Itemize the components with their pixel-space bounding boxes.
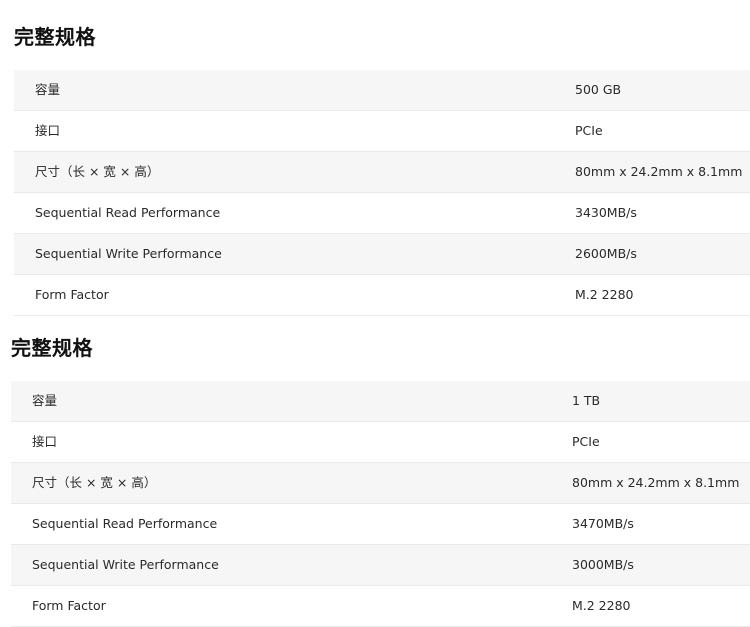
- spec-table: 容量 500 GB 接口 PCIe 尺寸（长 × 宽 × 高） 80mm x 2…: [14, 70, 750, 316]
- spec-label: Sequential Write Performance: [32, 557, 219, 572]
- spec-value: 3000MB/s: [572, 557, 634, 572]
- spec-value: M.2 2280: [575, 287, 634, 302]
- spec-value: 3430MB/s: [575, 205, 637, 220]
- spec-row-seq-read: Sequential Read Performance 3430MB/s: [14, 193, 750, 234]
- spec-row-interface: 接口 PCIe: [14, 111, 750, 152]
- spec-label: 尺寸（长 × 宽 × 高）: [32, 475, 157, 490]
- spec-label: 容量: [32, 393, 58, 408]
- section-header: 完整规格: [0, 0, 750, 70]
- spec-row-seq-read: Sequential Read Performance 3470MB/s: [11, 504, 750, 545]
- spec-value: 1 TB: [572, 393, 601, 408]
- spec-label: 尺寸（长 × 宽 × 高）: [35, 164, 160, 179]
- spec-row-capacity: 容量 1 TB: [11, 381, 750, 422]
- spec-label: Form Factor: [35, 287, 109, 302]
- spec-value: PCIe: [575, 123, 603, 138]
- spec-row-capacity: 容量 500 GB: [14, 70, 750, 111]
- spec-table: 容量 1 TB 接口 PCIe 尺寸（长 × 宽 × 高） 80mm x 24.…: [11, 381, 750, 627]
- spec-value: 80mm x 24.2mm x 8.1mm: [575, 164, 743, 179]
- section-title: 完整规格: [14, 25, 96, 49]
- spec-row-form-factor: Form Factor M.2 2280: [11, 586, 750, 627]
- spec-row-dimensions: 尺寸（长 × 宽 × 高） 80mm x 24.2mm x 8.1mm: [11, 463, 750, 504]
- spec-label: Sequential Write Performance: [35, 246, 222, 261]
- spec-value: 2600MB/s: [575, 246, 637, 261]
- spec-value: 500 GB: [575, 82, 622, 97]
- section-title: 完整规格: [11, 336, 93, 360]
- spec-label: Sequential Read Performance: [32, 516, 218, 531]
- spec-row-interface: 接口 PCIe: [11, 422, 750, 463]
- spec-value: 3470MB/s: [572, 516, 634, 531]
- spec-label: 容量: [35, 82, 61, 97]
- spec-label: Form Factor: [32, 598, 106, 613]
- spec-value: M.2 2280: [572, 598, 631, 613]
- spec-value: PCIe: [572, 434, 600, 449]
- section-header: 完整规格: [0, 311, 750, 381]
- spec-row-dimensions: 尺寸（长 × 宽 × 高） 80mm x 24.2mm x 8.1mm: [14, 152, 750, 193]
- spec-row-form-factor: Form Factor M.2 2280: [14, 275, 750, 316]
- spec-row-seq-write: Sequential Write Performance 3000MB/s: [11, 545, 750, 586]
- spec-section-500gb: 完整规格 容量 500 GB 接口 PCIe 尺寸（长 × 宽 × 高） 80m…: [0, 0, 750, 316]
- spec-row-seq-write: Sequential Write Performance 2600MB/s: [14, 234, 750, 275]
- spec-label: 接口: [32, 434, 58, 449]
- spec-label: 接口: [35, 123, 61, 138]
- spec-section-1tb: 完整规格 容量 1 TB 接口 PCIe 尺寸（长 × 宽 × 高） 80mm …: [0, 311, 750, 627]
- spec-value: 80mm x 24.2mm x 8.1mm: [572, 475, 740, 490]
- spec-label: Sequential Read Performance: [35, 205, 221, 220]
